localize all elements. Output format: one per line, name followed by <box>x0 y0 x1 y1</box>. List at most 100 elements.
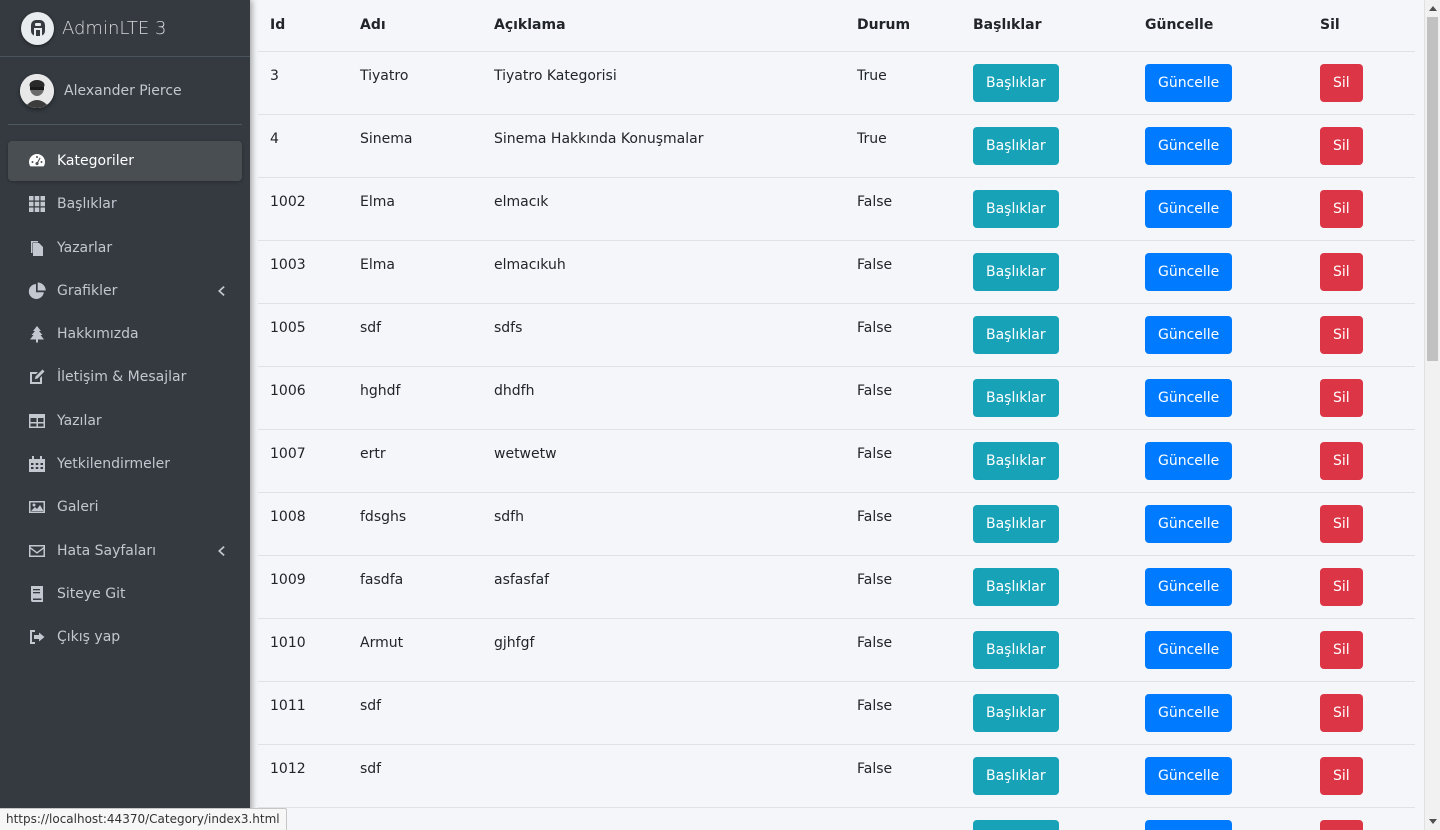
sidebar-item-4[interactable]: Hakkımızda <box>8 314 242 354</box>
guncelle-button[interactable]: Güncelle <box>1145 504 1233 543</box>
guncelle-button[interactable]: Güncelle <box>1145 567 1233 606</box>
cell-sil: Sil <box>1308 681 1415 745</box>
header-basliklar: Başlıklar <box>961 0 1133 52</box>
cell-adi: Elma <box>348 240 482 304</box>
sidebar-item-5[interactable]: İletişim & Mesajlar <box>8 357 242 397</box>
cell-adi: fasdfa <box>348 555 482 619</box>
sil-button[interactable]: Sil <box>1320 819 1363 830</box>
basliklar-button[interactable]: Başlıklar <box>973 189 1059 228</box>
cell-aciklama <box>482 807 845 830</box>
cell-basliklar: Başlıklar <box>961 618 1133 682</box>
basliklar-button[interactable]: Başlıklar <box>973 756 1059 795</box>
sil-button[interactable]: Sil <box>1320 567 1363 606</box>
brand-name: AdminLTE 3 <box>62 17 167 39</box>
scroll-up-arrow-icon[interactable] <box>1425 0 1440 17</box>
cell-guncelle: Güncelle <box>1133 807 1308 830</box>
guncelle-button[interactable]: Güncelle <box>1145 756 1233 795</box>
guncelle-button[interactable]: Güncelle <box>1145 378 1233 417</box>
cell-aciklama: sdfh <box>482 492 845 556</box>
cell-guncelle: Güncelle <box>1133 681 1308 745</box>
table-row: 1003 Elma elmacıkuh False Başlıklar Güncelle S… <box>258 240 1415 304</box>
basliklar-button[interactable]: Başlıklar <box>973 378 1059 417</box>
cell-sil: Sil <box>1308 807 1415 830</box>
cell-guncelle: Güncelle <box>1133 240 1308 304</box>
cell-durum: False <box>845 492 961 556</box>
cell-id: 1003 <box>258 240 348 304</box>
sil-button[interactable]: Sil <box>1320 630 1363 669</box>
sidebar-item-7[interactable]: Yetkilendirmeler <box>8 444 242 484</box>
guncelle-button[interactable]: Güncelle <box>1145 315 1233 354</box>
cell-adi: sdf <box>348 681 482 745</box>
brand-link[interactable]: AdminLTE 3 <box>0 0 250 57</box>
sidebar-item-label: Grafikler <box>57 282 118 299</box>
guncelle-button[interactable]: Güncelle <box>1145 630 1233 669</box>
table-row: 1007 ertr wetwetw False Başlıklar Güncelle Sil <box>258 429 1415 493</box>
sidebar-item-8[interactable]: Galeri <box>8 487 242 527</box>
basliklar-button[interactable]: Başlıklar <box>973 252 1059 291</box>
basliklar-button[interactable]: Başlıklar <box>973 504 1059 543</box>
sil-button[interactable]: Sil <box>1320 441 1363 480</box>
image-icon <box>28 498 46 516</box>
basliklar-button[interactable]: Başlıklar <box>973 315 1059 354</box>
sil-button[interactable]: Sil <box>1320 378 1363 417</box>
basliklar-button[interactable]: Başlıklar <box>973 441 1059 480</box>
cell-adi: sdf <box>348 744 482 808</box>
sil-button[interactable]: Sil <box>1320 315 1363 354</box>
guncelle-button[interactable]: Güncelle <box>1145 693 1233 732</box>
basliklar-button[interactable]: Başlıklar <box>973 693 1059 732</box>
cell-aciklama: wetwetw <box>482 429 845 493</box>
cell-sil: Sil <box>1308 492 1415 556</box>
user-name[interactable]: Alexander Pierce <box>64 83 182 99</box>
basliklar-button[interactable]: Başlıklar <box>973 819 1059 830</box>
guncelle-button[interactable]: Güncelle <box>1145 63 1233 102</box>
table-row: 1012 sdf False Başlıklar Güncelle Sil <box>258 744 1415 808</box>
cell-sil: Sil <box>1308 555 1415 619</box>
cell-basliklar: Başlıklar <box>961 51 1133 115</box>
sil-button[interactable]: Sil <box>1320 693 1363 732</box>
sil-button[interactable]: Sil <box>1320 126 1363 165</box>
basliklar-button[interactable]: Başlıklar <box>973 630 1059 669</box>
cell-id: 1007 <box>258 429 348 493</box>
sidebar-item-3[interactable]: Grafikler <box>8 271 242 311</box>
guncelle-button[interactable]: Güncelle <box>1145 189 1233 228</box>
scrollbar-thumb[interactable] <box>1427 17 1438 361</box>
sidebar-item-0[interactable]: Kategoriler <box>8 141 242 181</box>
sil-button[interactable]: Sil <box>1320 63 1363 102</box>
guncelle-button[interactable]: Güncelle <box>1145 441 1233 480</box>
guncelle-button[interactable]: Güncelle <box>1145 819 1233 830</box>
cell-sil: Sil <box>1308 51 1415 115</box>
scroll-down-arrow-icon[interactable] <box>1425 813 1440 830</box>
avatar[interactable] <box>20 73 54 108</box>
guncelle-button[interactable]: Güncelle <box>1145 126 1233 165</box>
basliklar-button[interactable]: Başlıklar <box>973 567 1059 606</box>
cell-sil: Sil <box>1308 114 1415 178</box>
sidebar-item-1[interactable]: Başlıklar <box>8 184 242 224</box>
chevron-left-icon <box>214 284 228 298</box>
sidebar-item-2[interactable]: Yazarlar <box>8 228 242 268</box>
cell-id: 1002 <box>258 177 348 241</box>
cell-aciklama: asfasfaf <box>482 555 845 619</box>
sidebar-item-10[interactable]: Siteye Git <box>8 574 242 614</box>
sil-button[interactable]: Sil <box>1320 504 1363 543</box>
cell-id: 1009 <box>258 555 348 619</box>
table-row: 1011 sdf False Başlıklar Güncelle Sil <box>258 681 1415 745</box>
sidebar-item-label: İletişim & Mesajlar <box>57 369 187 386</box>
guncelle-button[interactable]: Güncelle <box>1145 252 1233 291</box>
cell-adi: Elma <box>348 177 482 241</box>
cell-basliklar: Başlıklar <box>961 492 1133 556</box>
cell-basliklar: Başlıklar <box>961 429 1133 493</box>
sil-button[interactable]: Sil <box>1320 252 1363 291</box>
sidebar-item-9[interactable]: Hata Sayfaları <box>8 531 242 571</box>
sidebar-item-6[interactable]: Yazılar <box>8 401 242 441</box>
table-row: 4 Sinema Sinema Hakkında Konuşmalar True Baş… <box>258 114 1415 178</box>
cell-id: 1005 <box>258 303 348 367</box>
basliklar-button[interactable]: Başlıklar <box>973 126 1059 165</box>
cell-aciklama: Tiyatro Kategorisi <box>482 51 845 115</box>
table-row: 1002 Elma elmacık False Başlıklar Güncelle Sil <box>258 177 1415 241</box>
vertical-scrollbar[interactable] <box>1424 0 1440 830</box>
sil-button[interactable]: Sil <box>1320 189 1363 228</box>
sil-button[interactable]: Sil <box>1320 756 1363 795</box>
basliklar-button[interactable]: Başlıklar <box>973 63 1059 102</box>
sidebar-item-11[interactable]: Çıkış yap <box>8 617 242 657</box>
cell-adi: Sinema <box>348 114 482 178</box>
